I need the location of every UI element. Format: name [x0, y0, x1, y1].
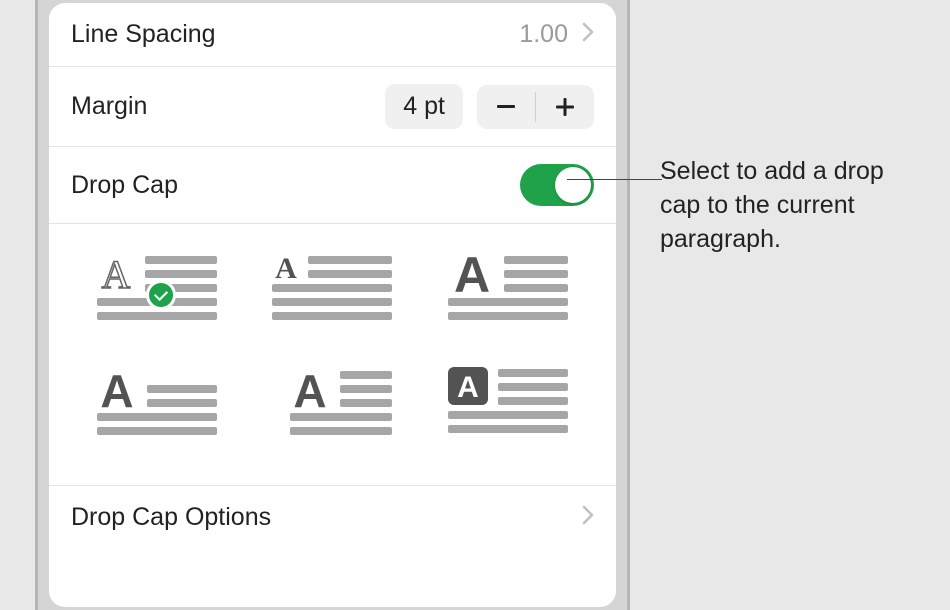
callout-text: Select to add a drop cap to the current …	[660, 155, 930, 256]
drop-cap-style-5[interactable]: A	[260, 367, 406, 445]
svg-text:A: A	[100, 367, 133, 417]
margin-value[interactable]: 4 pt	[385, 84, 463, 129]
checkmark-icon	[146, 280, 176, 310]
margin-label: Margin	[71, 92, 147, 121]
margin-row: Margin 4 pt	[49, 67, 616, 147]
chevron-right-icon	[582, 22, 594, 48]
margin-stepper	[477, 85, 594, 129]
drop-cap-options-row[interactable]: Drop Cap Options	[49, 486, 616, 549]
line-spacing-value: 1.00	[519, 20, 568, 49]
svg-text:A: A	[454, 254, 490, 303]
drop-cap-options-label: Drop Cap Options	[71, 503, 271, 532]
drop-cap-styles-grid: A A	[49, 224, 616, 486]
drop-cap-style-6[interactable]: A	[435, 367, 581, 445]
drop-cap-style-2[interactable]: A	[260, 254, 406, 332]
drop-cap-row: Drop Cap	[49, 147, 616, 224]
margin-decrease-button[interactable]	[477, 85, 535, 129]
drop-cap-label: Drop Cap	[71, 171, 178, 200]
text-format-panel: Line Spacing 1.00 Margin 4 pt	[49, 3, 616, 607]
drop-cap-style-4[interactable]: A	[84, 367, 230, 445]
chevron-right-icon	[582, 505, 594, 531]
svg-text:A: A	[276, 254, 298, 285]
line-spacing-row[interactable]: Line Spacing 1.00	[49, 3, 616, 67]
drop-cap-style-3[interactable]: A	[435, 254, 581, 332]
svg-text:A: A	[101, 254, 130, 297]
drop-cap-toggle[interactable]	[520, 164, 594, 206]
svg-text:A: A	[457, 371, 479, 404]
callout-line	[567, 179, 662, 180]
toggle-thumb	[555, 167, 591, 203]
margin-increase-button[interactable]	[536, 85, 594, 129]
svg-text:A: A	[294, 367, 327, 417]
drop-cap-style-1[interactable]: A	[84, 254, 230, 332]
line-spacing-label: Line Spacing	[71, 20, 216, 49]
